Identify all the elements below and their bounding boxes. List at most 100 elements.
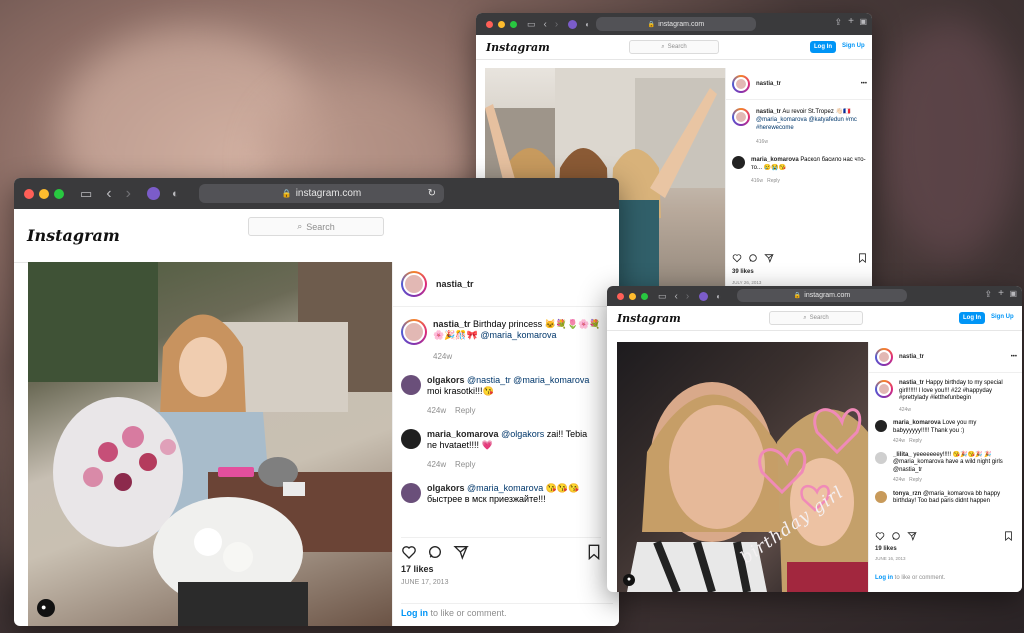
- sidebar-icon[interactable]: ▭: [527, 19, 536, 30]
- search-input[interactable]: ⌕ Search: [769, 311, 863, 325]
- url-bar[interactable]: 🔒 instagram.com ↻: [199, 184, 444, 203]
- instagram-logo[interactable]: Instagram: [27, 226, 120, 245]
- comment-mention[interactable]: @maria_komarova: [467, 483, 543, 493]
- share-icon[interactable]: [453, 544, 469, 560]
- privacy-icon[interactable]: [699, 291, 709, 301]
- save-icon[interactable]: [858, 253, 867, 263]
- save-icon[interactable]: [1004, 531, 1013, 541]
- reply-link[interactable]: Reply: [767, 178, 780, 184]
- post-photo[interactable]: birthday girl ●: [617, 342, 868, 592]
- privacy-icon[interactable]: [568, 19, 578, 29]
- avatar[interactable]: [401, 319, 427, 345]
- comment-username[interactable]: maria_komarova: [427, 429, 499, 439]
- url-bar[interactable]: 🔒 instagram.com: [596, 17, 756, 31]
- caption-mentions[interactable]: @maria_komarova @katyafedun #mc #herewec…: [756, 117, 857, 131]
- instagram-logo[interactable]: Instagram: [486, 41, 550, 54]
- avatar[interactable]: [875, 348, 893, 366]
- comment-username[interactable]: tonya_rzn: [893, 491, 921, 497]
- comment-username[interactable]: _lilita_: [893, 452, 912, 458]
- shield-icon[interactable]: ◐: [585, 20, 590, 29]
- avatar[interactable]: [732, 156, 745, 169]
- forward-icon[interactable]: ›: [686, 291, 689, 302]
- avatar[interactable]: [875, 420, 887, 432]
- new-tab-icon[interactable]: +: [998, 288, 1004, 299]
- post-username[interactable]: nastia_tr: [756, 81, 781, 87]
- post-username[interactable]: nastia_tr: [899, 354, 924, 360]
- minimize-dot[interactable]: [39, 188, 49, 199]
- avatar[interactable]: [732, 75, 750, 93]
- likes-count[interactable]: 19 likes: [875, 546, 897, 552]
- share-icon[interactable]: [764, 253, 774, 263]
- avatar[interactable]: [401, 375, 421, 395]
- close-dot[interactable]: [486, 20, 493, 28]
- reload-icon[interactable]: ↻: [428, 188, 436, 199]
- sidebar-icon[interactable]: ▭: [658, 291, 667, 302]
- signup-link[interactable]: Sign Up: [991, 314, 1014, 320]
- avatar[interactable]: [875, 451, 887, 464]
- zoom-dot[interactable]: [510, 20, 517, 28]
- close-dot[interactable]: [617, 292, 624, 300]
- login-button[interactable]: Log In: [810, 41, 836, 53]
- share-icon[interactable]: ⇪: [984, 289, 992, 300]
- reply-link[interactable]: Reply: [909, 477, 922, 483]
- tabs-icon[interactable]: ▣: [1009, 289, 1017, 298]
- user-tag-icon[interactable]: ●: [623, 574, 635, 586]
- minimize-dot[interactable]: [629, 292, 636, 300]
- share-icon[interactable]: [907, 531, 917, 541]
- post-photo[interactable]: ●: [28, 262, 392, 626]
- back-icon[interactable]: ‹: [106, 185, 111, 203]
- comment-username[interactable]: maria_komarova: [751, 157, 799, 163]
- comment-username[interactable]: olgakors: [427, 483, 465, 493]
- comment-icon[interactable]: [891, 531, 901, 541]
- save-icon[interactable]: [587, 544, 601, 560]
- avatar[interactable]: [875, 490, 887, 503]
- login-link[interactable]: Log in: [401, 608, 428, 618]
- login-button[interactable]: Log In: [959, 312, 985, 324]
- search-input[interactable]: ⌕ Search: [629, 40, 719, 54]
- shield-icon[interactable]: ◐: [716, 292, 721, 301]
- caption-mention[interactable]: @maria_komarova: [480, 330, 556, 340]
- new-tab-icon[interactable]: +: [848, 16, 854, 27]
- sidebar-icon[interactable]: ▭: [80, 186, 92, 202]
- avatar[interactable]: [401, 271, 427, 297]
- likes-count[interactable]: 39 likes: [732, 269, 754, 275]
- signup-link[interactable]: Sign Up: [842, 43, 865, 49]
- like-icon[interactable]: [875, 531, 885, 541]
- minimize-dot[interactable]: [498, 20, 505, 28]
- caption-username[interactable]: nastia_tr: [756, 109, 781, 115]
- reply-link[interactable]: Reply: [455, 406, 475, 415]
- more-icon[interactable]: •••: [1011, 354, 1017, 360]
- caption-username[interactable]: nastia_tr: [899, 380, 924, 386]
- reply-link[interactable]: Reply: [455, 460, 475, 469]
- more-icon[interactable]: •••: [861, 81, 867, 87]
- avatar[interactable]: [732, 108, 750, 126]
- comment-mention[interactable]: @nastia_tr @maria_komarova: [467, 375, 589, 385]
- comment-username[interactable]: olgakors: [427, 375, 465, 385]
- comment-mention[interactable]: @olgakors: [501, 429, 544, 439]
- privacy-icon[interactable]: [146, 187, 160, 200]
- avatar[interactable]: [401, 483, 421, 503]
- like-icon[interactable]: [401, 544, 417, 560]
- forward-icon[interactable]: ›: [555, 19, 558, 30]
- post-username[interactable]: nastia_tr: [436, 279, 474, 289]
- avatar[interactable]: [875, 380, 893, 398]
- search-input[interactable]: ⌕ Search: [248, 217, 384, 236]
- close-dot[interactable]: [24, 188, 34, 199]
- avatar[interactable]: [401, 429, 421, 449]
- comment-username[interactable]: maria_komarova: [893, 420, 941, 426]
- forward-icon[interactable]: ›: [126, 185, 131, 203]
- instagram-logo[interactable]: Instagram: [617, 312, 681, 325]
- tabs-icon[interactable]: ▣: [859, 17, 867, 26]
- back-icon[interactable]: ‹: [675, 291, 678, 302]
- back-icon[interactable]: ‹: [544, 19, 547, 30]
- zoom-dot[interactable]: [641, 292, 648, 300]
- like-icon[interactable]: [732, 253, 742, 263]
- reply-link[interactable]: Reply: [909, 438, 922, 444]
- comment-icon[interactable]: [748, 253, 758, 263]
- user-tag-icon[interactable]: ●: [41, 602, 46, 612]
- shield-icon[interactable]: ◐: [172, 188, 179, 200]
- login-link[interactable]: Log in: [875, 575, 893, 581]
- zoom-dot[interactable]: [54, 188, 64, 199]
- caption-username[interactable]: nastia_tr: [433, 319, 471, 329]
- likes-count[interactable]: 17 likes: [401, 564, 434, 574]
